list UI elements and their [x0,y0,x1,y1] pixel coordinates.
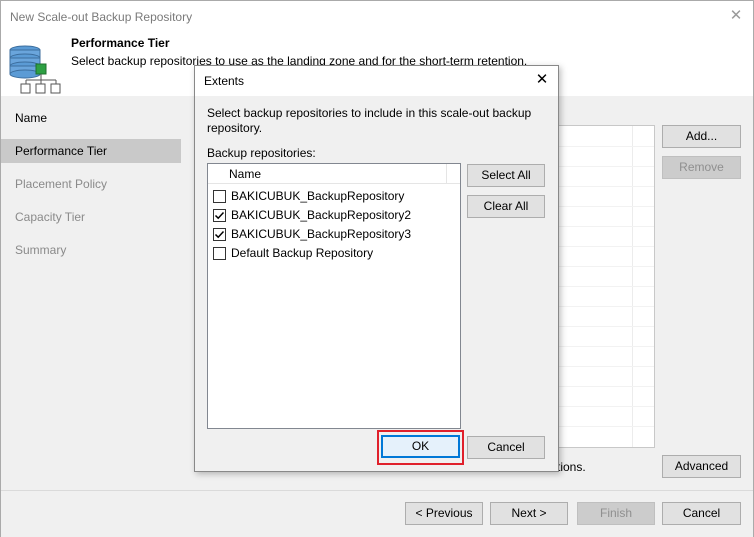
list-row-line [557,226,654,227]
list-item[interactable]: BAKICUBUK_BackupRepository3 [208,225,460,244]
dialog-cancel-button[interactable]: Cancel [467,436,545,459]
list-row-line [557,426,654,427]
checkbox-checked[interactable] [213,209,226,222]
list-row-line [557,146,654,147]
checkbox-unchecked[interactable] [213,247,226,260]
clear-all-button[interactable]: Clear All [467,195,545,218]
ok-button[interactable]: OK [381,435,460,458]
dialog-title: Extents [204,74,245,88]
page-title: Performance Tier [71,36,170,50]
dialog-close-icon[interactable]: ✕ [534,72,550,88]
checkbox-checked[interactable] [213,228,226,241]
title-bar: New Scale-out Backup Repository ✕ [1,1,753,32]
sidebar-item-placement-policy[interactable]: Placement Policy [1,172,181,196]
list-row-line [557,186,654,187]
checkmark-icon [214,211,225,220]
backup-repositories-label: Backup repositories: [207,146,316,160]
list-item[interactable]: Default Backup Repository [208,244,460,263]
repository-name: BAKICUBUK_BackupRepository3 [231,227,412,241]
repository-name: BAKICUBUK_BackupRepository2 [231,208,412,222]
wizard-steps-sidebar: Name Performance Tier Placement Policy C… [1,96,181,480]
list-row-line [557,286,654,287]
column-header-name[interactable]: Name [208,164,460,184]
advanced-button[interactable]: Advanced [662,455,741,478]
sidebar-item-summary[interactable]: Summary [1,238,181,262]
next-button[interactable]: Next > [490,502,568,525]
sidebar-item-performance-tier[interactable]: Performance Tier [1,139,181,163]
wizard-cancel-button[interactable]: Cancel [662,502,741,525]
list-row-line [557,206,654,207]
list-row-line [557,366,654,367]
list-row-line [557,246,654,247]
dialog-title-bar: Extents ✕ [195,66,558,96]
select-all-button[interactable]: Select All [467,164,545,187]
list-row-line [557,306,654,307]
extents-list[interactable] [556,125,655,448]
partial-description-text: tions. [557,460,586,474]
checkmark-icon [214,230,225,239]
extents-dialog: Extents ✕ Select backup repositories to … [194,65,559,472]
add-button[interactable]: Add... [662,125,741,148]
checkbox-unchecked[interactable] [213,190,226,203]
column-header-divider [446,164,447,184]
backup-repository-icon [7,42,63,101]
previous-button[interactable]: < Previous [405,502,483,525]
sidebar-item-name[interactable]: Name [1,106,181,130]
finish-button[interactable]: Finish [577,502,655,525]
dialog-instruction: Select backup repositories to include in… [207,106,532,135]
list-row-line [557,346,654,347]
window-title: New Scale-out Backup Repository [10,10,193,24]
list-item[interactable]: BAKICUBUK_BackupRepository2 [208,206,460,225]
window-close-icon[interactable]: ✕ [727,7,745,25]
list-row-line [557,166,654,167]
sidebar-item-capacity-tier[interactable]: Capacity Tier [1,205,181,229]
repository-name: BAKICUBUK_BackupRepository [231,189,405,203]
remove-button[interactable]: Remove [662,156,741,179]
list-item[interactable]: BAKICUBUK_BackupRepository [208,187,460,206]
list-row-line [557,406,654,407]
list-row-line [557,266,654,267]
repository-name: Default Backup Repository [231,246,374,260]
list-row-line [557,386,654,387]
list-row-line [557,326,654,327]
repository-list[interactable]: Name BAKICUBUK_BackupRepository BAKICUBU… [207,163,461,429]
